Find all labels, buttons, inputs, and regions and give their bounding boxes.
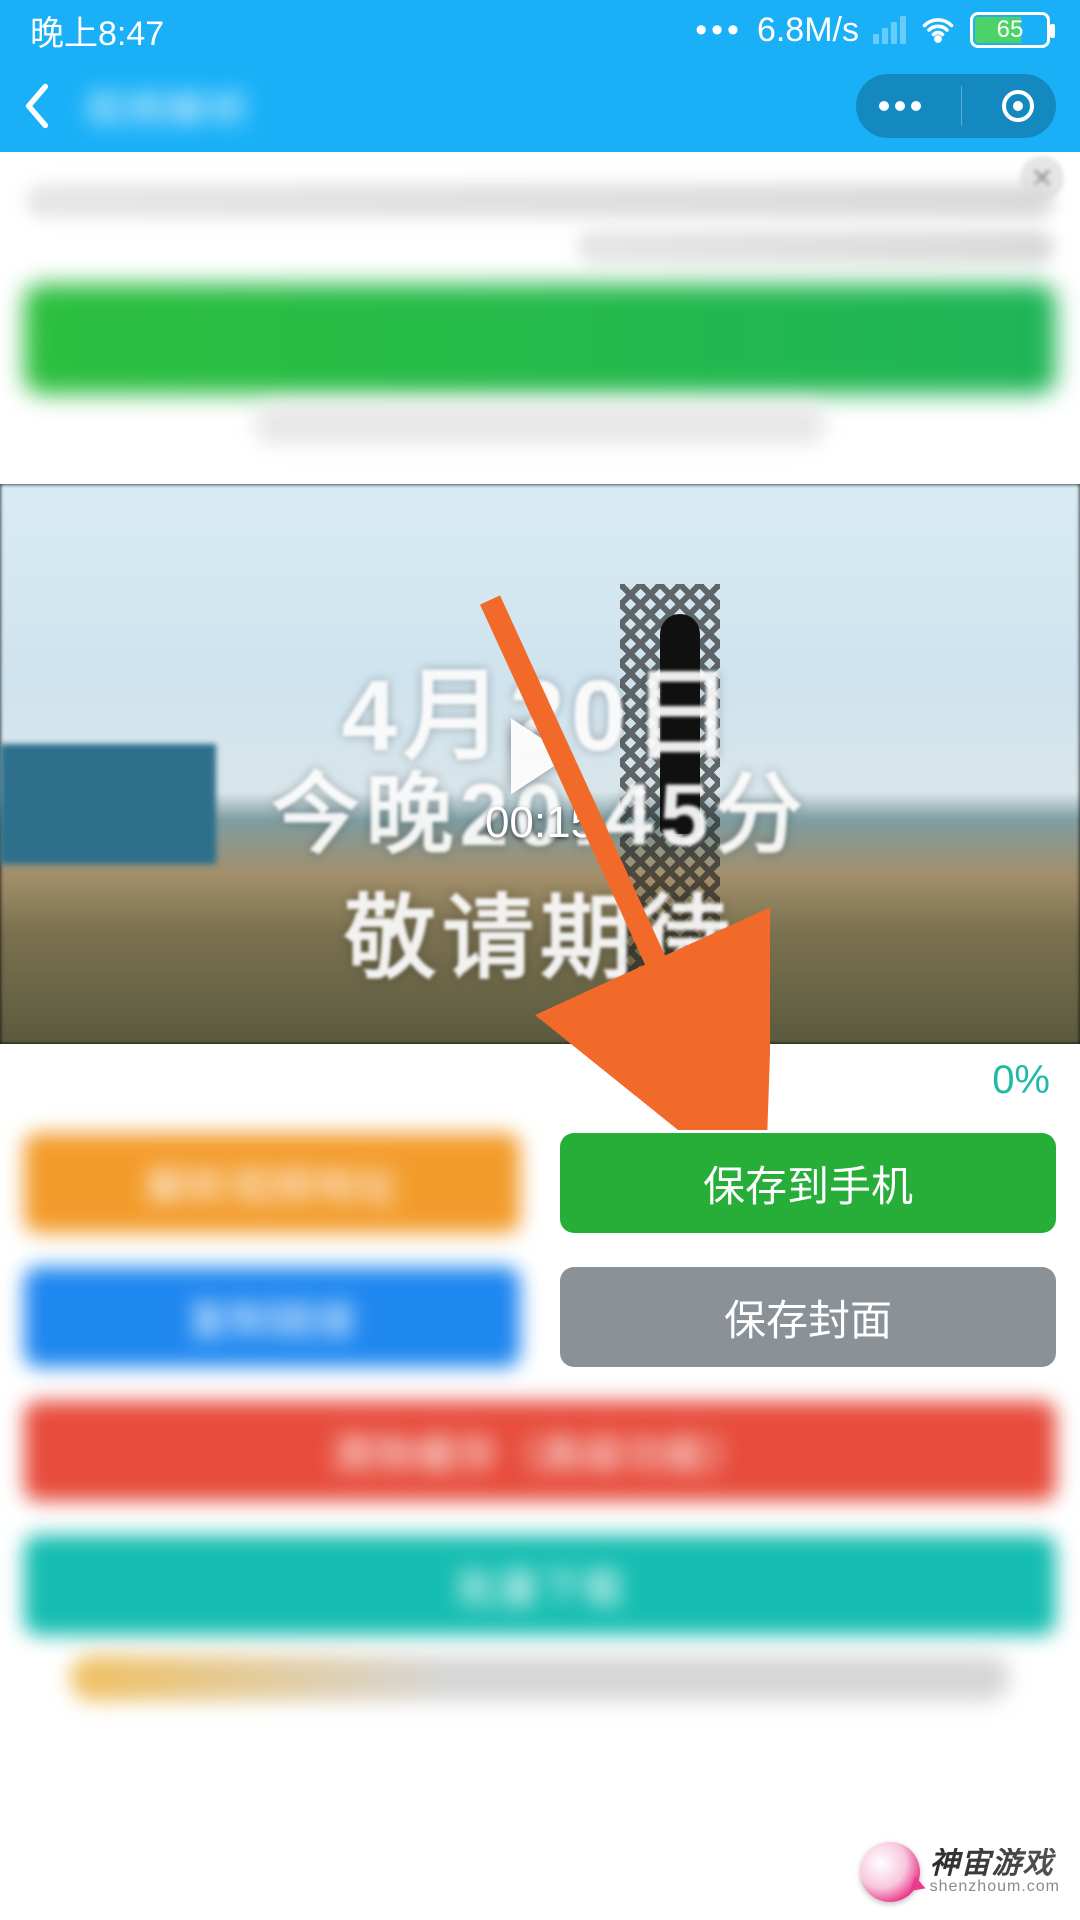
clear-cache-button[interactable]: 清除缓存（高级功能）: [24, 1401, 1056, 1501]
signal-icon: [873, 16, 906, 44]
more-icon[interactable]: [874, 96, 926, 116]
button-label: 清除缓存（高级功能）: [330, 1421, 750, 1482]
button-label: 保存封面: [724, 1287, 892, 1348]
blurred-input[interactable]: [24, 284, 1056, 394]
nav-bar: 视频解析: [0, 60, 1080, 152]
batch-download-button[interactable]: 批量下载: [24, 1535, 1056, 1635]
wifi-icon: [920, 12, 956, 48]
copy-link-button[interactable]: 复制链接: [24, 1267, 520, 1367]
save-to-phone-button[interactable]: 保存到手机: [560, 1133, 1056, 1233]
blurred-text: [70, 1655, 1010, 1701]
save-cover-button[interactable]: 保存封面: [560, 1267, 1056, 1367]
miniapp-capsule: [856, 74, 1056, 138]
button-label: 解析视频地址: [146, 1153, 398, 1214]
net-speed: 6.8M/s: [757, 11, 859, 50]
back-button[interactable]: [20, 81, 54, 131]
battery-pct: 65: [997, 16, 1024, 44]
status-dots: •••: [695, 11, 743, 50]
watermark-logo-icon: [860, 1842, 920, 1902]
play-icon[interactable]: [511, 718, 569, 794]
progress-percent: 0%: [992, 1058, 1050, 1103]
button-label: 保存到手机: [703, 1153, 913, 1214]
blurred-text: [26, 184, 1054, 218]
blurred-text: [254, 404, 826, 444]
footer-area: [0, 1645, 1080, 1741]
overlay-line3: 敬请期待: [0, 864, 1080, 997]
parse-video-button[interactable]: 解析视频地址: [24, 1133, 520, 1233]
status-time: 晚上8:47: [30, 6, 164, 55]
video-duration: 00:15: [485, 798, 595, 848]
action-buttons: 解析视频地址 保存到手机 复制链接 保存封面 清除缓存（高级功能） 批量下载: [0, 1113, 1080, 1645]
target-icon[interactable]: [998, 86, 1038, 126]
watermark: 神宙游戏 shenzhoum.com: [860, 1842, 1060, 1902]
battery-icon: 65: [970, 12, 1050, 48]
info-panel: ✕: [0, 152, 1080, 484]
page-title: 视频解析: [84, 77, 252, 135]
button-label: 复制链接: [188, 1287, 356, 1348]
button-label: 批量下载: [456, 1555, 624, 1616]
video-player[interactable]: 4月20日 今晚20:45分 敬请期待 00:15: [0, 484, 1080, 1044]
watermark-url: shenzhoum.com: [930, 1879, 1060, 1896]
watermark-title: 神宙游戏: [930, 1848, 1060, 1880]
blurred-text: [576, 230, 1054, 264]
status-bar: 晚上8:47 ••• 6.8M/s 65: [0, 0, 1080, 60]
progress-row: 0%: [0, 1044, 1080, 1113]
